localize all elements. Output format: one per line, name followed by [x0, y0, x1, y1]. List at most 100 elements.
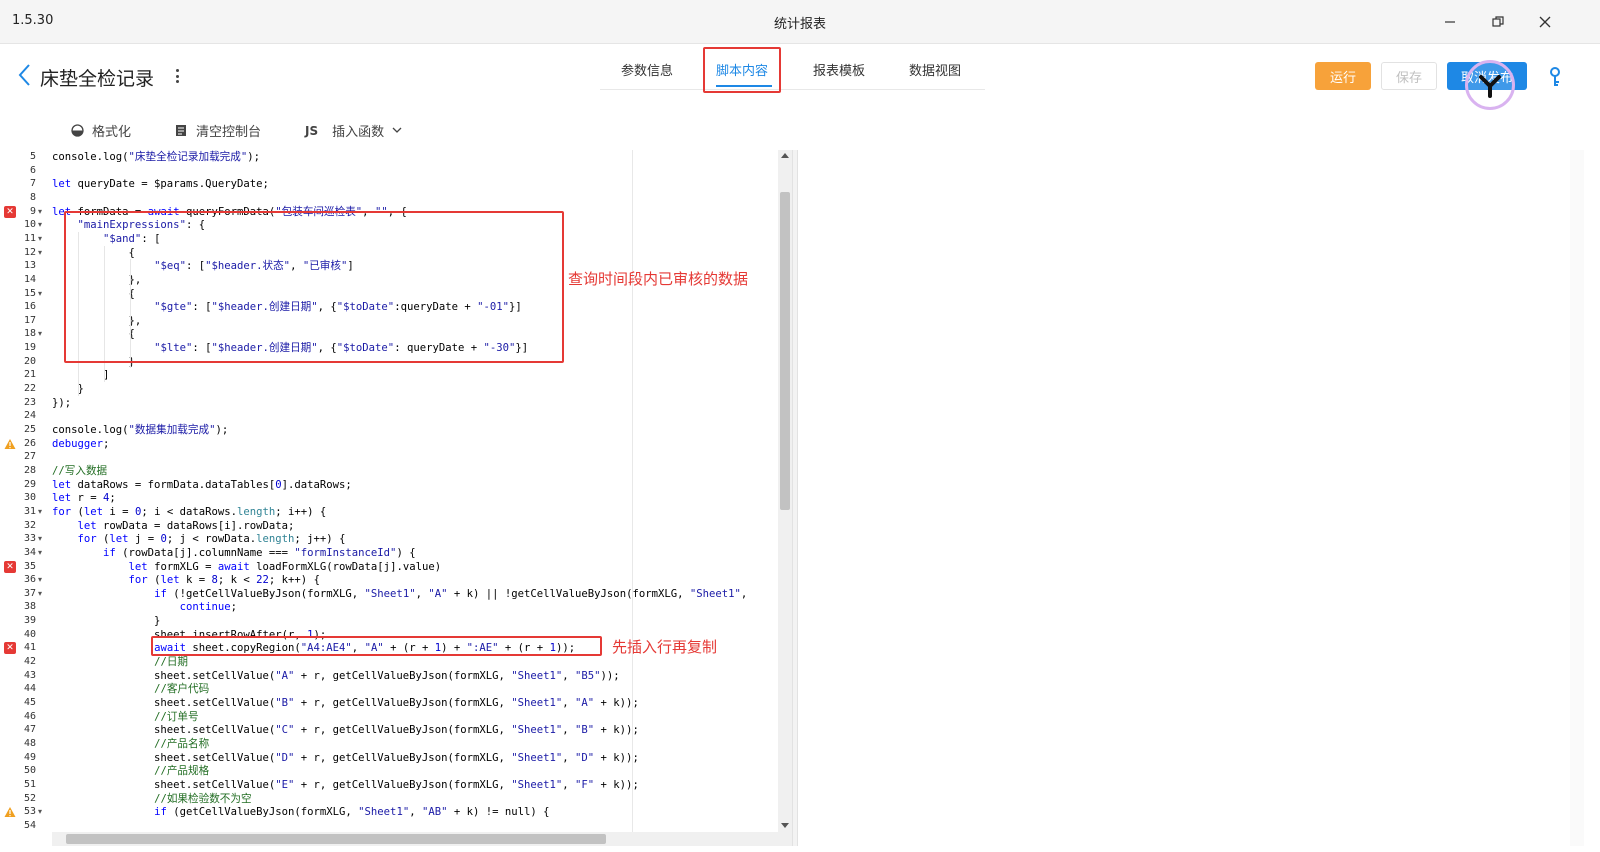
console-scrollbar[interactable] [1570, 150, 1584, 846]
line-number[interactable]: 14 [6, 273, 36, 287]
fold-toggle-icon[interactable]: ▾ [38, 805, 46, 819]
error-marker-icon[interactable]: ✕ [4, 642, 16, 655]
line-number[interactable]: 39 [6, 614, 36, 628]
code-line[interactable]: continue; [52, 600, 237, 614]
code-line[interactable]: } [52, 614, 160, 628]
line-number[interactable]: 17 [6, 314, 36, 328]
line-number[interactable]: 12 [6, 246, 36, 260]
line-number[interactable]: 48 [6, 737, 36, 751]
line-number[interactable]: 30 [6, 491, 36, 505]
fold-toggle-icon[interactable]: ▾ [38, 587, 46, 601]
line-number[interactable]: 15 [6, 287, 36, 301]
line-number[interactable]: 45 [6, 696, 36, 710]
code-line[interactable]: ] [52, 368, 109, 382]
error-marker-icon[interactable]: ✕ [4, 560, 16, 573]
line-number[interactable]: 33 [6, 532, 36, 546]
code-line[interactable]: //如果检验数不为空 [52, 792, 252, 806]
restore-icon[interactable] [1486, 10, 1510, 34]
line-number[interactable]: 19 [6, 341, 36, 355]
line-number[interactable]: 32 [6, 519, 36, 533]
minimize-icon[interactable] [1438, 10, 1462, 34]
fold-toggle-icon[interactable]: ▾ [38, 573, 46, 587]
code-line[interactable]: //写入数据 [52, 464, 107, 478]
fold-toggle-icon[interactable]: ▾ [38, 505, 46, 519]
assistant-logo-icon[interactable] [1465, 60, 1515, 110]
code-line[interactable]: for (let j = 0; j < rowData.length; j++)… [52, 532, 346, 546]
fold-toggle-icon[interactable]: ▾ [38, 232, 46, 246]
line-number[interactable]: 38 [6, 600, 36, 614]
fold-toggle-icon[interactable]: ▾ [38, 287, 46, 301]
code-line[interactable]: //产品名称 [52, 737, 209, 751]
code-line[interactable]: let formXLG = await loadFormXLG(rowData[… [52, 560, 442, 574]
line-number[interactable]: 28 [6, 464, 36, 478]
fold-toggle-icon[interactable]: ▾ [38, 546, 46, 560]
code-line[interactable]: if (!getCellValueByJson(formXLG, "Sheet1… [52, 587, 747, 601]
back-arrow-icon[interactable] [16, 62, 34, 88]
fold-toggle-icon[interactable]: ▾ [38, 327, 46, 341]
line-number[interactable]: 37 [6, 587, 36, 601]
fold-toggle-icon[interactable]: ▾ [38, 205, 46, 219]
vertical-scrollbar[interactable] [778, 150, 792, 832]
code-line[interactable]: //客户代码 [52, 682, 209, 696]
line-number[interactable]: 22 [6, 382, 36, 396]
line-number[interactable]: 29 [6, 478, 36, 492]
line-number[interactable]: 7 [6, 177, 36, 191]
tab-params[interactable]: 参数信息 [621, 60, 673, 79]
horizontal-scroll-thumb[interactable] [66, 834, 606, 844]
line-number[interactable]: 31 [6, 505, 36, 519]
code-line[interactable]: if (getCellValueByJson(formXLG, "Sheet1"… [52, 805, 549, 819]
code-line[interactable]: sheet.setCellValue("A" + r, getCellValue… [52, 669, 620, 683]
insert-function-dropdown[interactable]: JS 插入函数 [305, 121, 402, 140]
scroll-down-icon[interactable] [781, 823, 789, 828]
line-number[interactable]: 24 [6, 409, 36, 423]
horizontal-scrollbar[interactable] [52, 832, 792, 846]
error-marker-icon[interactable]: ✕ [4, 205, 16, 218]
format-button[interactable]: 格式化 [70, 121, 131, 140]
line-number[interactable]: 47 [6, 723, 36, 737]
line-number[interactable]: 49 [6, 751, 36, 765]
warning-marker-icon[interactable] [4, 438, 16, 450]
code-line[interactable]: console.log("数据集加载完成"); [52, 423, 228, 437]
clear-console-button[interactable]: 清空控制台 [174, 121, 261, 140]
line-number[interactable]: 40 [6, 628, 36, 642]
line-number[interactable]: 52 [6, 792, 36, 806]
code-line[interactable]: for (let k = 8; k < 22; k++) { [52, 573, 320, 587]
code-line[interactable]: sheet.setCellValue("C" + r, getCellValue… [52, 723, 639, 737]
fold-toggle-icon[interactable]: ▾ [38, 218, 46, 232]
code-line[interactable]: let r = 4; [52, 491, 116, 505]
warning-marker-icon[interactable] [4, 806, 16, 818]
code-line[interactable]: sheet.setCellValue("B" + r, getCellValue… [52, 696, 639, 710]
code-line[interactable]: } [52, 382, 84, 396]
line-number[interactable]: 21 [6, 368, 36, 382]
vertical-scroll-thumb[interactable] [780, 192, 790, 510]
line-number[interactable]: 16 [6, 300, 36, 314]
line-number[interactable]: 10 [6, 218, 36, 232]
run-button[interactable]: 运行 [1315, 62, 1371, 90]
code-line[interactable]: sheet.setCellValue("E" + r, getCellValue… [52, 778, 639, 792]
code-line[interactable]: let dataRows = formData.dataTables[0].da… [52, 478, 352, 492]
tab-data-view[interactable]: 数据视图 [909, 60, 961, 79]
key-icon[interactable] [1545, 66, 1565, 88]
code-line[interactable]: for (let i = 0; i < dataRows.length; i++… [52, 505, 326, 519]
line-number[interactable]: 23 [6, 396, 36, 410]
code-line[interactable]: }); [52, 396, 71, 410]
fold-toggle-icon[interactable]: ▾ [38, 246, 46, 260]
line-number[interactable]: 43 [6, 669, 36, 683]
line-number[interactable]: 13 [6, 259, 36, 273]
line-number[interactable]: 6 [6, 164, 36, 178]
line-number[interactable]: 50 [6, 764, 36, 778]
code-line[interactable]: debugger; [52, 437, 109, 451]
line-number[interactable]: 11 [6, 232, 36, 246]
line-number[interactable]: 18 [6, 327, 36, 341]
save-button[interactable]: 保存 [1381, 62, 1437, 90]
line-number[interactable]: 20 [6, 355, 36, 369]
code-line[interactable]: if (rowData[j].columnName === "formInsta… [52, 546, 416, 560]
fold-toggle-icon[interactable]: ▾ [38, 532, 46, 546]
line-number[interactable]: 44 [6, 682, 36, 696]
code-line[interactable]: //产品规格 [52, 764, 209, 778]
line-number[interactable]: 5 [6, 150, 36, 164]
line-number[interactable]: 25 [6, 423, 36, 437]
line-number[interactable]: 34 [6, 546, 36, 560]
code-line[interactable]: let queryDate = $params.QueryDate; [52, 177, 269, 191]
code-line[interactable]: console.log("床垫全检记录加载完成"); [52, 150, 260, 164]
